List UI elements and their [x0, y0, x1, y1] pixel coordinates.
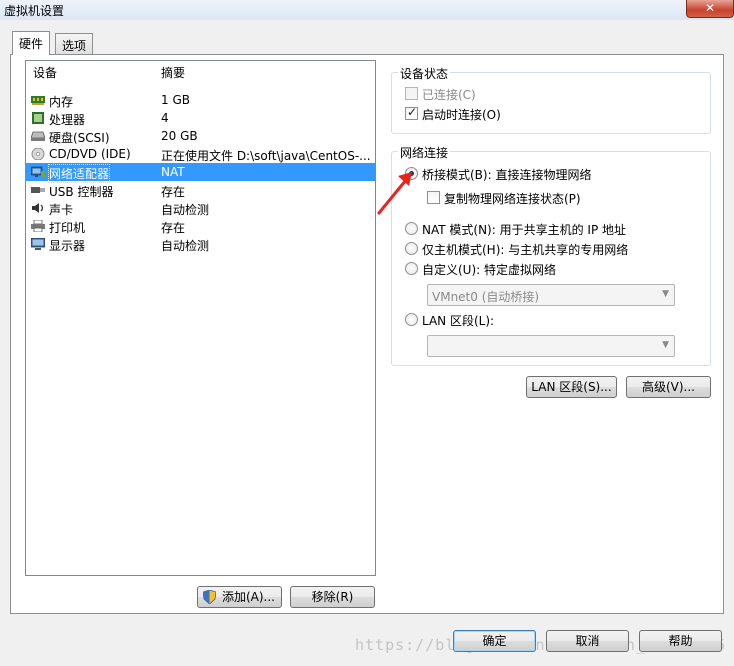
device-name: 内存 — [49, 95, 74, 109]
column-device[interactable]: 设备 — [33, 64, 57, 81]
device-summary: 正在使用文件 D:\soft\java\CentOS-... — [161, 149, 371, 163]
device-row-memory[interactable]: 内存 1 GB — [26, 91, 375, 109]
close-icon: ✕ — [704, 1, 716, 15]
ok-button[interactable]: 确定 — [453, 630, 536, 652]
connected-box — [405, 87, 418, 100]
sound-card-icon — [32, 203, 44, 213]
tab-options[interactable]: 选项 — [55, 33, 94, 55]
cancel-button[interactable]: 取消 — [546, 630, 629, 652]
device-summary: 20 GB — [161, 129, 198, 143]
cd-dvd-icon — [31, 148, 45, 160]
device-row-display[interactable]: 显示器 自动检测 — [26, 235, 375, 253]
device-row-printer[interactable]: 打印机 存在 — [26, 217, 375, 235]
connected-label: 已连接(C) — [422, 88, 476, 102]
device-summary: 4 — [161, 111, 169, 125]
remove-button[interactable]: 移除(R) — [290, 586, 375, 608]
device-status-group: 设备状态 已连接(C) 启动时连接(O) — [391, 65, 711, 134]
device-summary: 自动检测 — [161, 239, 210, 253]
help-button[interactable]: 帮助 — [639, 630, 722, 652]
nat-label: NAT 模式(N): 用于共享主机的 IP 地址 — [422, 223, 627, 237]
device-row-cd-dvd[interactable]: CD/DVD (IDE) 正在使用文件 D:\soft\java\CentOS-… — [26, 145, 375, 163]
device-summary: 存在 — [161, 221, 186, 235]
network-connection-group: 网络连接 桥接模式(B): 直接连接物理网络 复制物理网络连接状态(P) NAT… — [391, 144, 711, 366]
device-summary: 存在 — [161, 185, 186, 199]
device-name: USB 控制器 — [49, 185, 114, 199]
lan-segment-label: LAN 区段(L): — [422, 314, 495, 328]
device-status-title: 设备状态 — [398, 65, 451, 82]
nat-radio-dot — [405, 222, 418, 235]
custom-network-value: VMnet0 (自动桥接) — [432, 290, 540, 304]
device-row-usb[interactable]: USB 控制器 存在 — [26, 181, 375, 199]
replicate-state-label: 复制物理网络连接状态(P) — [444, 192, 581, 206]
device-row-processor[interactable]: 处理器 4 — [26, 109, 375, 127]
memory-icon — [31, 96, 45, 105]
network-connection-title: 网络连接 — [398, 144, 451, 161]
tab-hardware[interactable]: 硬件 — [12, 31, 51, 55]
processor-icon — [32, 112, 44, 124]
device-name: 打印机 — [49, 221, 86, 235]
annotation-arrow-icon — [377, 172, 412, 215]
device-row-sound-card[interactable]: 声卡 自动检测 — [26, 199, 375, 217]
lan-segments-button[interactable]: LAN 区段(S)... — [526, 376, 617, 398]
window-title: 虚拟机设置 — [4, 4, 65, 18]
connect-at-power-on-label: 启动时连接(O) — [422, 108, 501, 122]
device-summary: 自动检测 — [161, 203, 210, 217]
printer-icon — [31, 220, 45, 232]
bridged-label: 桥接模式(B): 直接连接物理网络 — [422, 168, 592, 182]
custom-label: 自定义(U): 特定虚拟网络 — [422, 263, 557, 277]
list-header: 设备 摘要 — [26, 61, 375, 81]
network-adapter-icon — [31, 166, 45, 177]
hard-disk-icon — [31, 131, 45, 141]
device-name: 网络适配器 — [47, 164, 111, 183]
device-name: 声卡 — [49, 203, 74, 217]
chevron-down-icon: ▼ — [662, 340, 669, 350]
column-summary[interactable]: 摘要 — [161, 64, 185, 81]
usb-icon — [31, 187, 45, 193]
device-name: CD/DVD (IDE) — [49, 147, 131, 161]
host-only-label: 仅主机模式(H): 与主机共享的专用网络 — [422, 243, 629, 257]
connect-at-power-on-box — [405, 105, 418, 120]
device-row-hard-disk[interactable]: 硬盘(SCSI) 20 GB — [26, 127, 375, 145]
lan-segment-radio-dot — [405, 313, 418, 326]
display-icon — [31, 238, 45, 250]
device-summary: NAT — [161, 165, 185, 179]
tab-hardware-label: 硬件 — [19, 37, 44, 51]
lan-segment-select[interactable]: ▼ — [427, 335, 675, 357]
device-name: 显示器 — [49, 239, 86, 253]
host-only-radio-dot — [405, 242, 418, 255]
replicate-state-box — [427, 191, 440, 204]
add-button[interactable]: 添加(A)... — [197, 586, 282, 608]
device-row-network-adapter[interactable]: 网络适配器 NAT — [26, 163, 375, 183]
device-summary: 1 GB — [161, 93, 190, 107]
device-list[interactable]: 设备 摘要 内存 1 GB 处理器 4 硬盘(SCSI) 20 GB CD/DV… — [25, 60, 376, 576]
device-name: 处理器 — [49, 113, 86, 127]
chevron-down-icon: ▼ — [662, 289, 669, 299]
device-name: 硬盘(SCSI) — [49, 131, 110, 145]
add-button-label: 添加(A)... — [221, 590, 276, 604]
tab-options-label: 选项 — [62, 39, 87, 53]
custom-network-select[interactable]: VMnet0 (自动桥接) ▼ — [427, 284, 675, 306]
close-button[interactable]: ✕ — [686, 0, 734, 18]
title-bar: 虚拟机设置 ✕ — [0, 0, 734, 20]
custom-radio-dot — [405, 262, 418, 275]
uac-shield-icon — [203, 590, 216, 604]
advanced-button[interactable]: 高级(V)... — [626, 376, 711, 398]
